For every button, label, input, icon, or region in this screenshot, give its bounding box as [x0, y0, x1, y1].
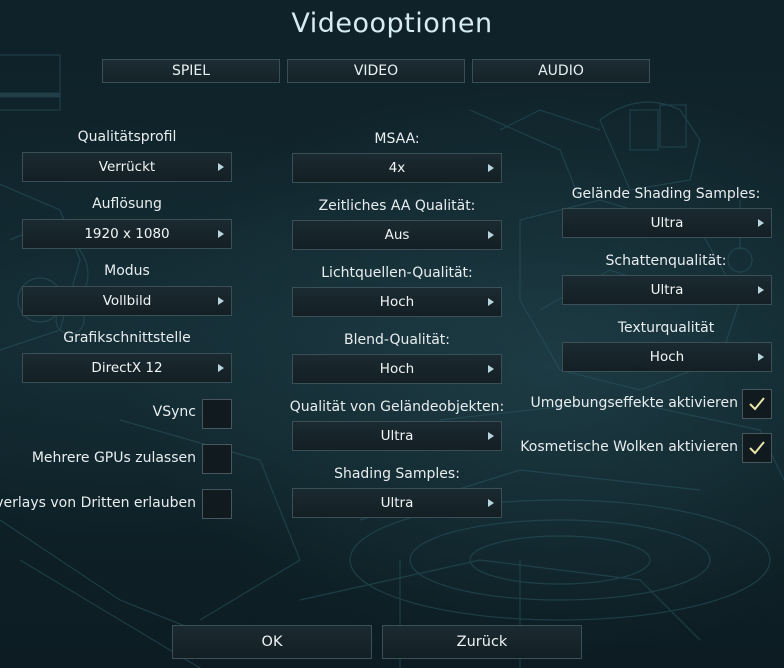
temporal-aa-value: Aus [384, 227, 410, 243]
page-title: Videooptionen [291, 8, 493, 39]
vsync-label: VSync [152, 404, 196, 420]
quality-profile-value: Verrückt [98, 159, 156, 175]
checkmark-icon [749, 441, 765, 455]
arrow-right-icon [488, 499, 494, 507]
arrow-right-icon [758, 219, 764, 227]
blend-quality-value: Hoch [379, 361, 415, 377]
mode-select[interactable]: Vollbild [22, 286, 232, 316]
light-quality-value: Hoch [379, 294, 415, 310]
terrain-shading-select[interactable]: Ultra [562, 208, 772, 238]
ok-button[interactable]: OK [172, 625, 372, 659]
resolution-label: Auflösung [92, 196, 162, 212]
cosmetic-clouds-label: Kosmetische Wolken aktivieren [520, 439, 738, 455]
tab-spiel[interactable]: SPIEL [102, 59, 280, 83]
ambient-effects-label: Umgebungseffekte aktivieren [530, 395, 738, 411]
ambient-effects-checkbox[interactable] [742, 389, 772, 419]
quality-profile-label: Qualitätsprofil [77, 129, 177, 145]
arrow-right-icon [218, 163, 224, 171]
mode-value: Vollbild [102, 293, 152, 309]
graphics-api-label: Grafikschnittstelle [63, 330, 191, 346]
shading-samples-label: Shading Samples: [334, 466, 460, 482]
checkmark-icon [749, 397, 765, 411]
tab-audio[interactable]: AUDIO [472, 59, 650, 83]
blend-quality-label: Blend-Qualität: [344, 332, 450, 348]
arrow-right-icon [488, 298, 494, 306]
arrow-right-icon [218, 230, 224, 238]
resolution-select[interactable]: 1920 x 1080 [22, 219, 232, 249]
third-party-overlays-checkbox[interactable] [202, 489, 232, 519]
mode-label: Modus [104, 263, 150, 279]
arrow-right-icon [488, 365, 494, 373]
temporal-aa-select[interactable]: Aus [292, 220, 502, 250]
texture-quality-value: Hoch [649, 349, 685, 365]
terrain-objects-value: Ultra [380, 428, 414, 444]
shading-samples-value: Ultra [380, 495, 414, 511]
quality-profile-select[interactable]: Verrückt [22, 152, 232, 182]
back-button[interactable]: Zurück [382, 625, 582, 659]
msaa-select[interactable]: 4x [292, 153, 502, 183]
terrain-objects-select[interactable]: Ultra [292, 421, 502, 451]
light-quality-select[interactable]: Hoch [292, 287, 502, 317]
resolution-value: 1920 x 1080 [84, 226, 170, 242]
texture-quality-label: Texturqualität [617, 320, 715, 336]
shadow-quality-select[interactable]: Ultra [562, 275, 772, 305]
multi-gpu-label: Mehrere GPUs zulassen [31, 450, 196, 466]
terrain-objects-label: Qualität von Geländeobjekten: [289, 399, 505, 415]
tab-video[interactable]: VIDEO [287, 59, 465, 83]
graphics-api-value: DirectX 12 [91, 360, 163, 376]
vsync-checkbox[interactable] [202, 399, 232, 429]
arrow-right-icon [758, 353, 764, 361]
terrain-shading-value: Ultra [650, 215, 684, 231]
shadow-quality-label: Schattenqualität: [605, 253, 727, 269]
msaa-value: 4x [388, 160, 406, 176]
cosmetic-clouds-checkbox[interactable] [742, 433, 772, 463]
arrow-right-icon [488, 231, 494, 239]
temporal-aa-label: Zeitliches AA Qualität: [318, 198, 476, 214]
texture-quality-select[interactable]: Hoch [562, 342, 772, 372]
blend-quality-select[interactable]: Hoch [292, 354, 502, 384]
arrow-right-icon [218, 364, 224, 372]
arrow-right-icon [758, 286, 764, 294]
light-quality-label: Lichtquellen-Qualität: [321, 265, 473, 281]
multi-gpu-checkbox[interactable] [202, 444, 232, 474]
msaa-label: MSAA: [374, 131, 420, 147]
arrow-right-icon [218, 297, 224, 305]
shadow-quality-value: Ultra [650, 282, 684, 298]
arrow-right-icon [488, 432, 494, 440]
shading-samples-select[interactable]: Ultra [292, 488, 502, 518]
third-party-overlays-label: Overlays von Dritten erlauben [0, 495, 196, 511]
terrain-shading-label: Gelände Shading Samples: [571, 186, 761, 202]
arrow-right-icon [488, 164, 494, 172]
video-options-screen: Videooptionen SPIEL VIDEO AUDIO Qualität… [0, 0, 784, 668]
graphics-api-select[interactable]: DirectX 12 [22, 353, 232, 383]
